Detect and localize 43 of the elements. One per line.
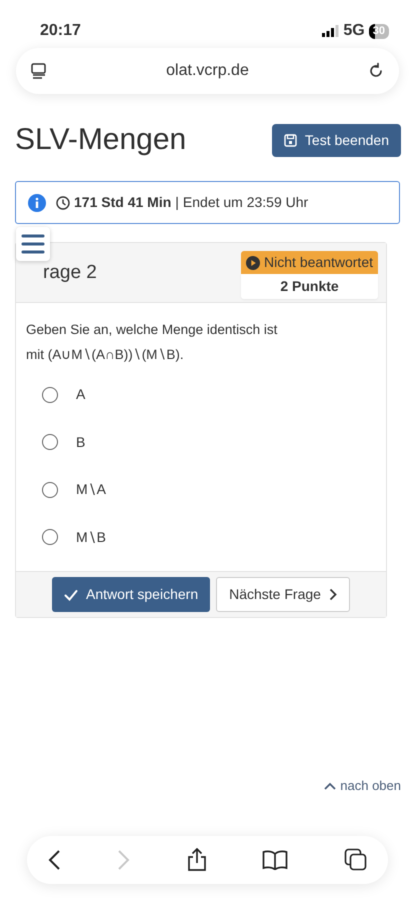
radio-button[interactable] bbox=[42, 482, 58, 498]
radio-button[interactable] bbox=[42, 529, 58, 546]
option-label: M∖A bbox=[76, 480, 106, 500]
back-icon[interactable] bbox=[47, 848, 61, 870]
end-test-button[interactable]: Test beenden bbox=[272, 124, 401, 156]
points-label: 2 Punkte bbox=[241, 274, 378, 299]
reload-icon[interactable] bbox=[367, 62, 385, 80]
radio-button[interactable] bbox=[42, 434, 58, 450]
check-icon bbox=[64, 588, 78, 600]
menu-button[interactable] bbox=[16, 227, 50, 261]
menu-icon bbox=[21, 232, 45, 256]
separator: | bbox=[175, 193, 179, 212]
answer-option[interactable]: B bbox=[26, 418, 376, 466]
option-label: M∖B bbox=[76, 528, 106, 547]
next-question-button[interactable]: Nächste Frage bbox=[216, 577, 350, 612]
play-icon bbox=[246, 256, 260, 270]
option-label: B bbox=[76, 432, 86, 452]
answer-option[interactable]: M∖A bbox=[26, 466, 376, 514]
option-label: A bbox=[76, 385, 86, 404]
chevron-right-icon bbox=[328, 588, 337, 601]
question-text: Geben Sie an, welche Menge identisch ist mit (A∪M∖(A∩B))∖(M∖B). bbox=[26, 321, 278, 364]
back-to-top-link[interactable]: nach oben bbox=[324, 776, 401, 796]
bookmarks-icon[interactable] bbox=[262, 850, 288, 870]
question-title: rage 2 bbox=[42, 261, 97, 285]
url-text[interactable]: olat.vcrp.de bbox=[166, 59, 249, 83]
reader-icon[interactable] bbox=[30, 62, 48, 80]
status-badge: Nicht beantwortet bbox=[241, 251, 378, 274]
save-icon bbox=[284, 134, 297, 146]
network-label: 5G bbox=[343, 21, 365, 41]
answer-option[interactable]: M∖B bbox=[26, 514, 376, 561]
radio-button[interactable] bbox=[42, 386, 58, 403]
tabs-icon[interactable] bbox=[344, 848, 368, 872]
answer-option[interactable]: A bbox=[26, 371, 376, 418]
share-icon[interactable] bbox=[186, 848, 206, 872]
page-title: SLV-Mengen bbox=[15, 122, 186, 158]
chevron-up-icon bbox=[324, 782, 336, 790]
clock-icon bbox=[56, 196, 70, 210]
info-icon bbox=[28, 194, 46, 212]
signal-icon bbox=[321, 25, 340, 37]
remaining-time: 171 Std 41 Min bbox=[74, 193, 172, 212]
status-time: 20:17 bbox=[40, 21, 81, 41]
end-time: Endet um 23:59 Uhr bbox=[182, 193, 308, 212]
save-answer-button[interactable]: Antwort speichern bbox=[52, 577, 210, 612]
